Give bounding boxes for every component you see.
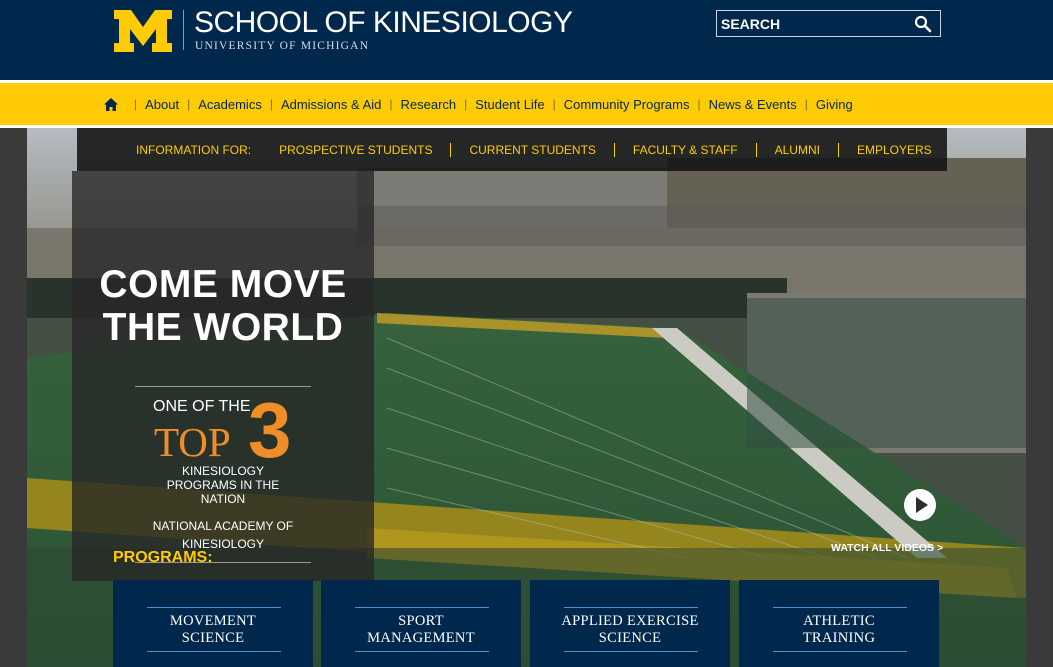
logo-divider — [183, 10, 184, 50]
block-m-logo[interactable] — [114, 10, 172, 52]
audience-separator — [837, 142, 839, 157]
nav-item-news-events[interactable]: News & Events | — [709, 97, 816, 112]
nav-separator: | — [804, 97, 808, 111]
rank-number: 3 — [248, 386, 292, 474]
audience-separator — [613, 142, 615, 157]
nav-label[interactable]: Student Life — [475, 97, 544, 112]
audience-separator — [450, 142, 452, 157]
nav-label[interactable]: Academics — [198, 97, 262, 112]
program-card-rule-top — [564, 607, 698, 608]
search-box — [716, 10, 941, 37]
nav-item-home[interactable]: | — [104, 97, 145, 111]
rank-description: KINESIOLOGY PROGRAMS IN THE NATION — [166, 464, 280, 506]
program-card-movement-science[interactable]: MOVEMENT SCIENCE — [113, 580, 313, 667]
audience-link-faculty-staff[interactable]: FACULTY & STAFF — [633, 143, 738, 157]
program-card-sport-management[interactable]: SPORT MANAGEMENT — [321, 580, 521, 667]
nav-separator: | — [697, 97, 701, 111]
hero-title-line-2: THE WORLD — [102, 306, 344, 349]
audience-bar: INFORMATION FOR: PROSPECTIVE STUDENTS CU… — [77, 128, 947, 171]
nav-item-community-programs[interactable]: Community Programs | — [564, 97, 709, 112]
nav-item-about[interactable]: About | — [145, 97, 198, 112]
rank-source: NATIONAL ACADEMY OF KINESIOLOGY — [152, 519, 294, 551]
program-card-label[interactable]: MOVEMENT SCIENCE — [113, 613, 313, 647]
nav-separator: | — [552, 97, 556, 111]
program-card-rule-top — [355, 607, 489, 608]
nav-item-student-life[interactable]: Student Life | — [475, 97, 564, 112]
watch-all-videos-link[interactable]: WATCH ALL VIDEOS > — [831, 542, 943, 554]
site-title[interactable]: SCHOOL OF KINESIOLOGY — [194, 6, 573, 40]
nav-label[interactable]: About — [145, 97, 179, 112]
nav-label[interactable]: Community Programs — [564, 97, 690, 112]
program-card-label[interactable]: SPORT MANAGEMENT — [321, 613, 521, 647]
program-card-applied-exercise-science[interactable]: APPLIED EXERCISE SCIENCE — [530, 580, 730, 667]
search-icon[interactable] — [914, 15, 932, 33]
hero-title: COME MOVE THE WORLD — [72, 263, 374, 349]
home-icon[interactable] — [104, 97, 118, 111]
nav-item-admissions[interactable]: Admissions & Aid | — [281, 97, 401, 112]
main-nav: | About | Academics | Admissions & Aid | Re… — [0, 80, 1053, 128]
program-card-rule-top — [147, 607, 281, 608]
program-card-rule-bottom — [147, 651, 281, 652]
nav-label[interactable]: Giving — [816, 97, 853, 112]
program-card-rule-bottom — [773, 651, 907, 652]
site-header: SCHOOL OF KINESIOLOGY UNIVERSITY OF MICH… — [0, 0, 1053, 80]
audience-separator — [755, 142, 757, 157]
program-card-rule-top — [773, 607, 907, 608]
nav-separator: | — [464, 97, 468, 111]
program-card-rule-bottom — [564, 651, 698, 652]
search-input[interactable] — [721, 14, 901, 33]
hero-title-line-1: COME MOVE — [99, 263, 347, 306]
nav-separator: | — [187, 97, 191, 111]
nav-separator: | — [269, 97, 273, 111]
nav-item-academics[interactable]: Academics | — [198, 97, 281, 112]
program-card-label[interactable]: APPLIED EXERCISE SCIENCE — [530, 613, 730, 647]
nav-item-research[interactable]: Research | — [401, 97, 476, 112]
rank-top-word: TOP — [154, 419, 231, 465]
audience-link-prospective-students[interactable]: PROSPECTIVE STUDENTS — [279, 143, 432, 157]
play-video-button[interactable] — [904, 489, 936, 521]
audience-link-employers[interactable]: EMPLOYERS — [857, 143, 932, 157]
nav-separator: | — [134, 97, 138, 111]
university-name[interactable]: UNIVERSITY OF MICHIGAN — [195, 40, 369, 52]
main-nav-list: | About | Academics | Admissions & Aid | Re… — [104, 83, 853, 125]
audience-link-alumni[interactable]: ALUMNI — [775, 143, 820, 157]
nav-item-giving[interactable]: Giving — [816, 97, 853, 112]
program-card-athletic-training[interactable]: ATHLETIC TRAINING — [739, 580, 939, 667]
programs-heading: PROGRAMS: — [113, 549, 213, 566]
program-card-rule-bottom — [355, 651, 489, 652]
audience-bar-label: INFORMATION FOR: — [136, 142, 252, 157]
play-icon[interactable] — [916, 497, 928, 513]
rank-prefix: ONE OF THE — [153, 398, 251, 415]
nav-label[interactable]: Research — [401, 97, 457, 112]
program-card-label[interactable]: ATHLETIC TRAINING — [739, 613, 939, 647]
nav-label[interactable]: News & Events — [709, 97, 797, 112]
audience-link-current-students[interactable]: CURRENT STUDENTS — [469, 143, 595, 157]
nav-separator: | — [389, 97, 393, 111]
nav-label[interactable]: Admissions & Aid — [281, 97, 381, 112]
